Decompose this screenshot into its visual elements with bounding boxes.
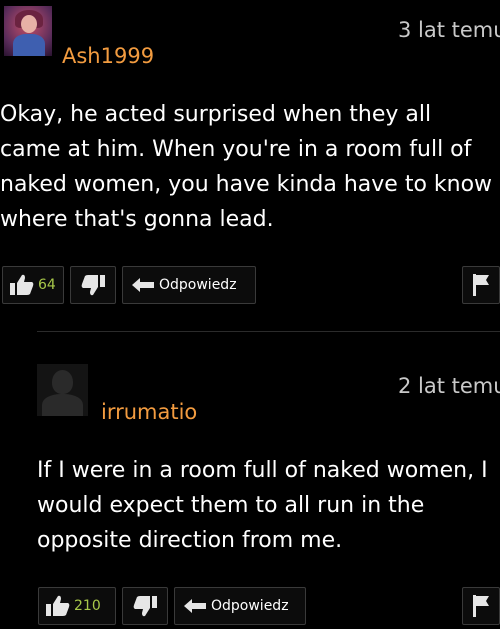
flag-icon [471,594,491,618]
reply-button[interactable]: Odpowiedz [174,587,306,625]
comment-text: If I were in a room full of naked women,… [37,453,488,558]
like-button[interactable]: 210 [38,587,116,625]
thumbs-down-icon [132,594,158,618]
comment-line: would expect them to all run in the [37,493,425,518]
comment-line: If I were in a room full of naked women,… [37,458,488,483]
dislike-button[interactable] [122,587,168,625]
username[interactable]: irrumatio [101,400,197,424]
reply-arrow-icon [183,598,207,614]
timestamp: 2 lat temu [398,374,500,398]
avatar[interactable] [37,364,88,416]
like-count: 210 [74,598,101,614]
thumbs-up-icon [45,594,71,618]
reply-label: Odpowiedz [211,598,289,614]
comment-reply: irrumatio 2 lat temu If I were in a room… [0,0,500,629]
flag-button[interactable] [462,587,500,625]
comment-line: opposite direction from me. [37,528,343,553]
